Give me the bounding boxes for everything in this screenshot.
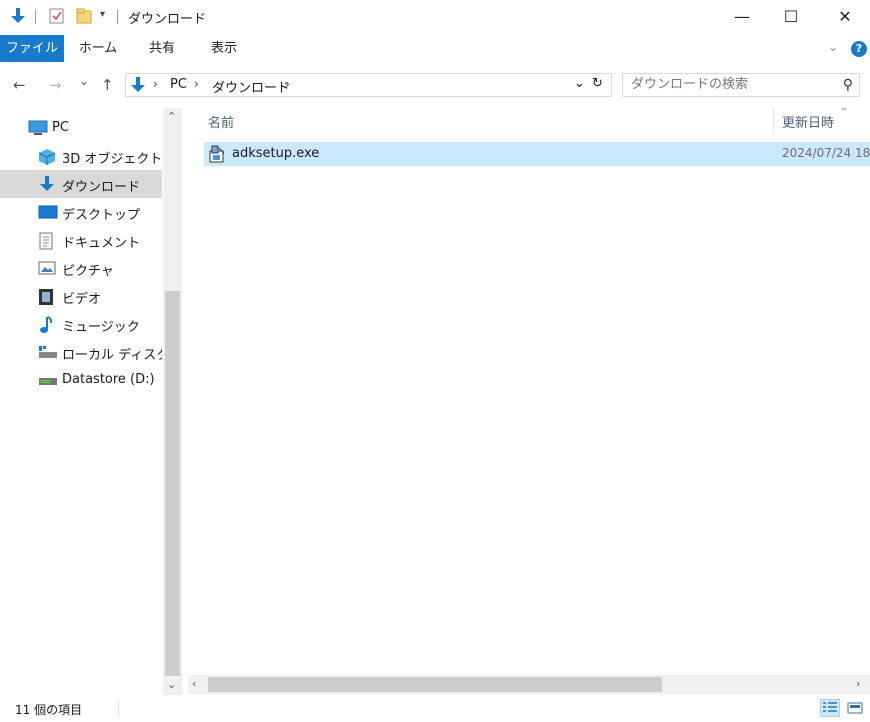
ribbon-tabs: ファイル ホーム 共有 表示 ⌄ ? — [0, 35, 870, 62]
address-bar[interactable]: › PC › ダウンロード › ⌄ ↻ — [125, 73, 612, 97]
sidebar-item-3d-objects[interactable]: 3D オブジェクト — [0, 142, 162, 170]
breadcrumb-chevron-icon[interactable]: › — [285, 77, 290, 91]
search-box[interactable]: ⚲ — [622, 73, 860, 97]
column-header-date[interactable]: 更新日時 — [782, 112, 834, 131]
large-icons-view-button[interactable] — [845, 699, 865, 717]
expand-ribbon-chevron-icon[interactable]: ⌄ — [828, 40, 838, 54]
help-icon[interactable]: ? — [851, 41, 867, 57]
sidebar-item-local-disk[interactable]: ローカル ディスク (C:) — [0, 338, 162, 366]
network-drive-icon — [38, 372, 57, 388]
scroll-down-icon[interactable]: ⌄ — [167, 678, 176, 691]
sidebar-item-documents[interactable]: ドキュメント — [0, 226, 162, 254]
new-folder-icon[interactable] — [75, 7, 93, 29]
sidebar-item-music[interactable]: ミュージック — [0, 310, 162, 338]
title-separator — [117, 10, 118, 24]
column-header-name[interactable]: 名前 — [208, 112, 234, 131]
details-view-icon — [823, 702, 837, 712]
back-button[interactable]: ← — [13, 76, 26, 94]
title-bar: ▾ ダウンロード — ☐ ✕ — [0, 0, 870, 34]
forward-button[interactable]: → — [49, 76, 62, 94]
3d-objects-icon — [38, 148, 56, 165]
sidebar-item-videos[interactable]: ビデオ — [0, 282, 162, 310]
sidebar-item-pc[interactable]: PC — [0, 114, 162, 142]
music-icon — [38, 316, 56, 333]
sidebar-item-label: デスクトップ — [62, 208, 141, 223]
sidebar-item-downloads[interactable]: ダウンロード — [0, 170, 162, 198]
navigation-bar: ← → ⌄ ↑ › PC › ダウンロード › ⌄ ↻ ⚲ — [0, 64, 870, 106]
details-view-button[interactable] — [820, 699, 840, 717]
videos-icon — [38, 288, 56, 305]
file-name: adksetup.exe — [232, 146, 320, 161]
sidebar-scroll-thumb[interactable] — [165, 291, 180, 676]
sidebar-item-label: ドキュメント — [62, 236, 141, 251]
window-title: ダウンロード — [128, 12, 207, 27]
customize-toolbar-icon[interactable]: ▾ — [100, 9, 105, 20]
pc-icon — [28, 120, 48, 136]
search-icon[interactable]: ⚲ — [843, 77, 853, 93]
breadcrumb-chevron-icon[interactable]: › — [153, 77, 158, 91]
refresh-button[interactable]: ↻ — [592, 76, 603, 91]
sidebar-item-pictures[interactable]: ピクチャ — [0, 254, 162, 282]
status-separator — [118, 701, 119, 717]
sidebar-item-label: Datastore (D:) — [62, 372, 155, 387]
tab-view[interactable]: 表示 — [196, 35, 252, 62]
maximize-button[interactable]: ☐ — [768, 0, 814, 32]
desktop-icon — [38, 204, 58, 220]
file-modified-date: 2024/07/24 18: — [782, 146, 870, 160]
navigation-pane: PC 3D オブジェクト ダウンロード デスクトップ ドキュメント ピクチャ ビ… — [0, 108, 183, 695]
column-separator[interactable] — [773, 108, 774, 134]
close-button[interactable]: ✕ — [822, 0, 868, 32]
breadcrumb-pc[interactable]: PC — [170, 77, 187, 92]
sort-chevron-icon: ⌄ — [840, 102, 849, 113]
scroll-up-icon[interactable]: ⌃ — [167, 110, 176, 123]
downloads-arrow-icon — [9, 7, 27, 29]
sidebar-item-label: 3D オブジェクト — [62, 152, 163, 167]
large-icons-view-icon — [847, 702, 863, 714]
quick-access-separator — [35, 10, 36, 24]
up-button[interactable]: ↑ — [101, 76, 114, 94]
installer-icon — [208, 145, 226, 163]
breadcrumb-chevron-icon[interactable]: › — [194, 77, 199, 91]
sidebar-item-label: PC — [52, 120, 69, 135]
downloads-location-icon — [130, 76, 146, 98]
address-dropdown-button[interactable]: ⌄ — [574, 76, 585, 91]
tab-file[interactable]: ファイル — [0, 35, 64, 62]
status-bar: 11 個の項目 — [0, 696, 870, 722]
sidebar-item-datastore[interactable]: Datastore (D:) — [0, 366, 162, 394]
sidebar-item-label: ミュージック — [62, 320, 140, 335]
breadcrumb-downloads[interactable]: ダウンロード — [212, 77, 290, 96]
scroll-right-icon[interactable]: › — [856, 677, 860, 690]
properties-icon[interactable] — [48, 7, 66, 29]
local-disk-icon — [38, 344, 57, 360]
sidebar-item-label: ビデオ — [62, 292, 102, 307]
minimize-button[interactable]: — — [719, 0, 765, 32]
documents-icon — [38, 232, 56, 250]
recent-locations-button[interactable]: ⌄ — [79, 74, 89, 88]
content-horizontal-scrollbar[interactable]: ‹ › — [188, 675, 870, 694]
sidebar-item-desktop[interactable]: デスクトップ — [0, 198, 162, 226]
file-list: 名前 ⌄ 更新日時 adksetup.exe 2024/07/24 18: — [188, 102, 870, 673]
search-input[interactable] — [631, 77, 831, 92]
sidebar-scrollbar[interactable]: ⌃ ⌄ — [163, 108, 182, 695]
sidebar-item-label: ローカル ディスク (C:) — [62, 348, 162, 363]
sidebar-item-label: ピクチャ — [62, 264, 114, 279]
scroll-left-icon[interactable]: ‹ — [192, 677, 196, 690]
item-count: 11 個の項目 — [15, 703, 83, 717]
table-row[interactable]: adksetup.exe 2024/07/24 18: — [204, 142, 870, 166]
tab-share[interactable]: 共有 — [134, 35, 190, 62]
pictures-icon — [38, 260, 56, 276]
tab-home[interactable]: ホーム — [70, 35, 126, 62]
sidebar-item-label: ダウンロード — [62, 180, 141, 195]
downloads-icon — [38, 176, 56, 192]
horizontal-scroll-thumb[interactable] — [208, 677, 662, 692]
